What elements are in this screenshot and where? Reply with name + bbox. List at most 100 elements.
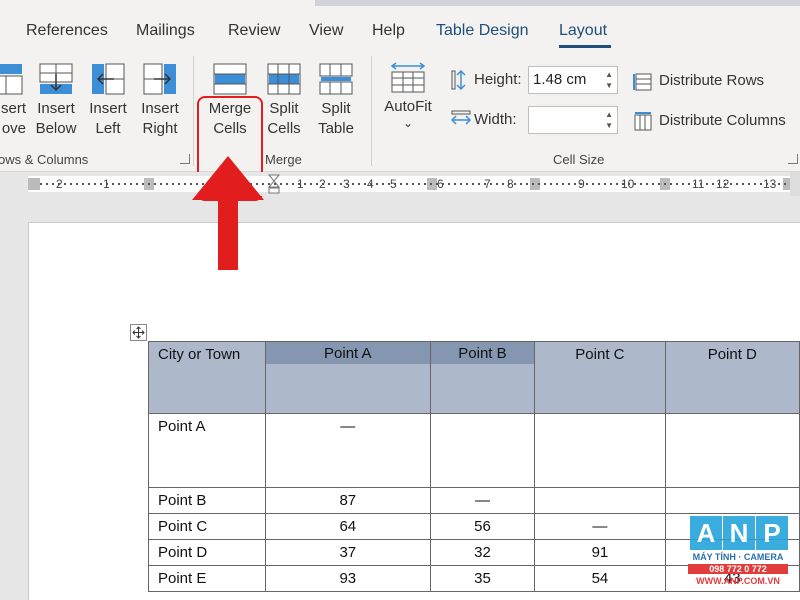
insert-left-icon <box>92 63 125 95</box>
table-cell[interactable]: 64 <box>264 513 431 540</box>
ruler-tick <box>412 183 414 185</box>
ruler-tick <box>544 183 546 185</box>
tab-mailings[interactable]: Mailings <box>136 22 195 40</box>
ruler-tick <box>142 183 144 185</box>
title-bar-strip <box>315 0 800 6</box>
insert-right-button[interactable]: Insert Right <box>137 62 183 139</box>
table-cell[interactable] <box>429 413 536 488</box>
cell-size-launcher-icon[interactable] <box>788 154 798 164</box>
split-cells-label-2: Cells <box>267 120 301 137</box>
horizontal-ruler[interactable]: 2 1 1 2 3 4 5 6 7 8 9 10 11 12 13 <box>0 172 800 196</box>
insert-left-button[interactable]: Insert Left <box>85 62 131 139</box>
tab-help[interactable]: Help <box>372 22 405 40</box>
table-cell[interactable]: 35 <box>429 565 536 592</box>
ruler-tick <box>484 183 486 185</box>
tab-layout[interactable]: Layout <box>559 22 607 40</box>
autofit-button[interactable]: AutoFit ⌄ <box>380 60 436 129</box>
ruler-tick <box>574 183 576 185</box>
table-move-handle[interactable] <box>130 324 147 341</box>
table-cell[interactable]: 87 <box>264 487 431 514</box>
ruler-tick <box>424 183 426 185</box>
ruler-tick <box>616 183 618 185</box>
ruler-tick <box>724 183 726 185</box>
ruler-tick <box>478 183 480 185</box>
split-table-label-2: Table <box>318 120 354 137</box>
autofit-label: AutoFit <box>384 98 432 115</box>
ruler-tick <box>748 183 750 185</box>
red-arrow-up-icon <box>192 156 264 270</box>
table-cell[interactable]: Point B <box>148 487 266 514</box>
header-cell-city[interactable]: City or Town <box>148 341 266 414</box>
insert-above-button[interactable]: sert ove <box>0 62 26 139</box>
ruler-tick <box>562 183 564 185</box>
ruler-tick <box>148 183 150 185</box>
table-cell[interactable]: Point D <box>148 539 266 566</box>
ruler-tick <box>106 183 108 185</box>
ruler-tick <box>718 183 720 185</box>
ruler-tick <box>316 183 318 185</box>
ruler-tick <box>778 183 780 185</box>
tab-review[interactable]: Review <box>228 22 280 40</box>
ruler-tick <box>730 183 732 185</box>
ruler-tick <box>70 183 72 185</box>
ruler-tick <box>46 183 48 185</box>
table-cell[interactable]: Point E <box>148 565 266 592</box>
table-cell[interactable]: Point A <box>148 413 266 488</box>
width-input[interactable]: ▲ ▼ <box>528 106 618 134</box>
width-spinner-icon[interactable]: ▲ ▼ <box>605 109 613 131</box>
height-input[interactable]: 1.48 cm ▲ ▼ <box>528 66 618 94</box>
table-cell[interactable] <box>664 487 800 514</box>
table-cell[interactable]: — <box>534 513 666 540</box>
ruler-label: 13 <box>763 177 777 191</box>
tab-references[interactable]: References <box>26 22 108 40</box>
ruler-tick <box>598 183 600 185</box>
table-cell[interactable]: 91 <box>534 539 666 566</box>
ruler-tick <box>526 183 528 185</box>
ruler-tick <box>754 183 756 185</box>
ruler-tick <box>124 183 126 185</box>
header-cell-point-c[interactable]: Point C <box>534 341 666 414</box>
active-tab-indicator <box>559 45 611 48</box>
split-cells-icon <box>267 63 301 95</box>
ruler-tick <box>454 183 456 185</box>
tab-view[interactable]: View <box>309 22 343 40</box>
ruler-tick <box>682 183 684 185</box>
table-cell[interactable] <box>534 487 666 514</box>
insert-below-button[interactable]: Insert Below <box>33 62 79 139</box>
insert-above-icon <box>0 64 23 95</box>
table-cell[interactable]: — <box>429 487 536 514</box>
ruler-tick <box>64 183 66 185</box>
tab-table-design[interactable]: Table Design <box>436 22 529 40</box>
header-cell-point-a-selected[interactable]: Point A <box>264 341 431 414</box>
table-cell[interactable]: 56 <box>429 513 536 540</box>
table-header-row: City or Town Point A Point B Point C Poi… <box>148 341 800 414</box>
ruler-tick <box>52 183 54 185</box>
table-cell[interactable]: 93 <box>264 565 431 592</box>
ruler-tick <box>292 183 294 185</box>
header-cell-point-d[interactable]: Point D <box>664 341 800 414</box>
ruler-tick <box>334 183 336 185</box>
group-label-cell-size: Cell Size <box>553 152 605 167</box>
distribute-columns-button[interactable]: Distribute Columns <box>633 112 798 132</box>
split-cells-button[interactable]: Split Cells <box>262 62 306 139</box>
ruler-tick <box>304 183 306 185</box>
ruler-tick <box>550 183 552 185</box>
distribute-rows-button[interactable]: Distribute Rows <box>633 72 793 92</box>
split-table-button[interactable]: Split Table <box>312 62 360 139</box>
table-cell[interactable] <box>664 413 800 488</box>
ruler-tick <box>268 183 270 185</box>
table-cell[interactable]: Point C <box>148 513 266 540</box>
watermark-letter: N <box>723 516 755 550</box>
ruler-tick <box>772 183 774 185</box>
ruler-tick <box>634 183 636 185</box>
table-cell[interactable]: 32 <box>429 539 536 566</box>
watermark-tagline: MÁY TÍNH · CAMERA <box>692 552 784 562</box>
ruler-tick <box>160 183 162 185</box>
table-cell[interactable]: — <box>264 413 431 488</box>
ribbon-tab-bar: References Mailings Review View Help Tab… <box>0 0 800 50</box>
table-cell[interactable]: 54 <box>534 565 666 592</box>
height-spinner-icon[interactable]: ▲ ▼ <box>605 69 613 91</box>
header-cell-point-b-selected[interactable]: Point B <box>429 341 536 414</box>
table-cell[interactable]: 37 <box>264 539 431 566</box>
table-cell[interactable] <box>534 413 666 488</box>
